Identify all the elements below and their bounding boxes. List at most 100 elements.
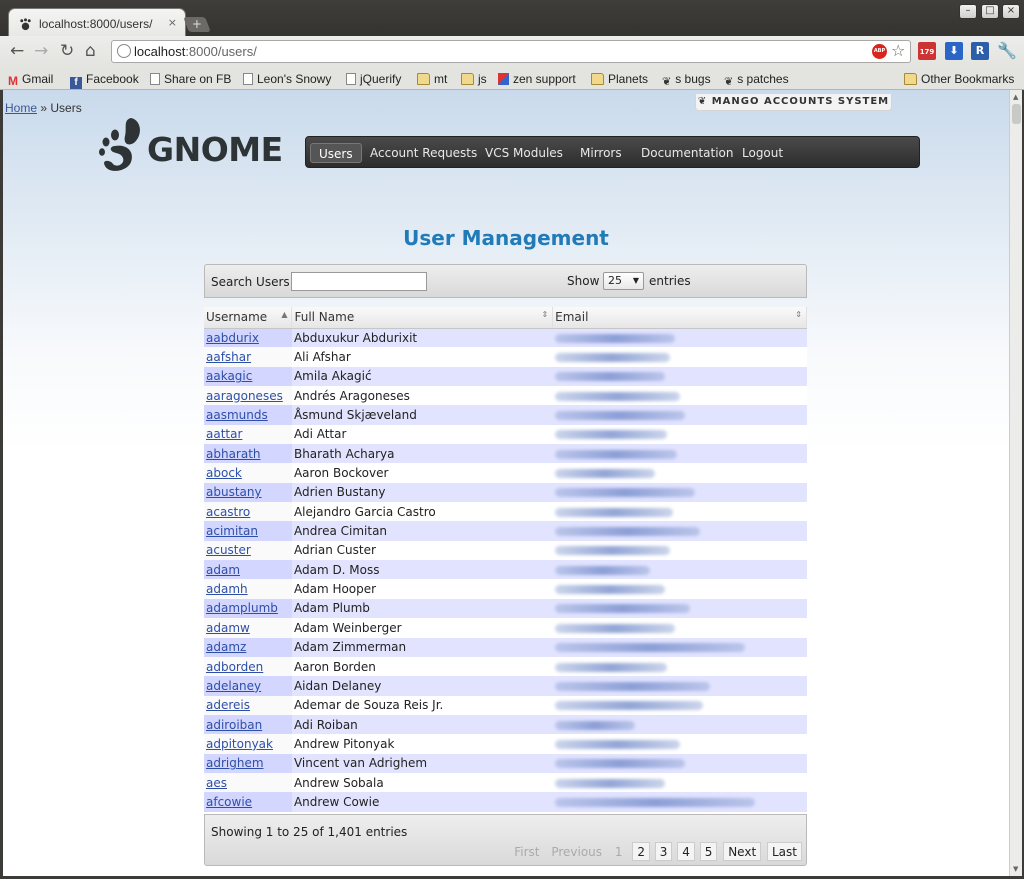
table-info: Showing 1 to 25 of 1,401 entries xyxy=(211,825,408,839)
nav-account-requests[interactable]: Account Requests xyxy=(362,143,485,163)
username-link[interactable]: aafshar xyxy=(206,350,251,364)
wrench-icon[interactable]: 🔧 xyxy=(997,42,1017,60)
search-label: Search Users xyxy=(211,275,290,289)
bookmark-mt[interactable]: mt xyxy=(417,71,447,87)
table-row: abharath Bharath Acharya xyxy=(204,444,807,464)
nav-users[interactable]: Users xyxy=(310,143,362,163)
pager-page-1[interactable]: 1 xyxy=(610,842,628,861)
username-link[interactable]: abustany xyxy=(206,485,262,499)
scroll-down-icon[interactable]: ▼ xyxy=(1013,865,1018,873)
username-link[interactable]: acastro xyxy=(206,505,250,519)
nav-mirrors[interactable]: Mirrors xyxy=(572,143,630,163)
adblock-icon[interactable]: ABP xyxy=(872,44,887,59)
page-scrollbar[interactable]: ▲ ▼ xyxy=(1009,90,1022,876)
bookmark-other-bookmarks[interactable]: Other Bookmarks xyxy=(904,71,1014,87)
email-cell xyxy=(552,579,807,599)
username-link[interactable]: adereis xyxy=(206,698,250,712)
username-link[interactable]: adiroiban xyxy=(206,718,262,732)
bookmark-facebook[interactable]: f Facebook xyxy=(70,71,139,89)
breadcrumb-home-link[interactable]: Home xyxy=(5,101,37,115)
table-row: aafshar Ali Afshar xyxy=(204,347,807,367)
username-link[interactable]: abharath xyxy=(206,447,261,461)
bookmark-js[interactable]: js xyxy=(461,71,487,87)
bookmark-gmail[interactable]: M Gmail xyxy=(8,71,53,88)
username-cell: aes xyxy=(204,772,292,793)
pager-next[interactable]: Next xyxy=(723,842,762,861)
username-link[interactable]: aasmunds xyxy=(206,408,268,422)
pager-previous[interactable]: Previous xyxy=(547,843,606,862)
pager-page-5[interactable]: 5 xyxy=(699,842,718,861)
username-link[interactable]: adpitonyak xyxy=(206,737,273,751)
r-extension-icon[interactable]: R xyxy=(971,42,989,60)
full-name-cell: Aaron Borden xyxy=(291,656,553,677)
username-link[interactable]: abock xyxy=(206,466,242,480)
bookmark-share-on-fb[interactable]: Share on FB xyxy=(150,71,231,87)
bookmark-s-patches[interactable]: ❦ s patches xyxy=(724,71,789,88)
nav-vcs-modules[interactable]: VCS Modules xyxy=(477,143,571,163)
download-icon[interactable]: ⬇ xyxy=(945,42,963,60)
nav-logout[interactable]: Logout xyxy=(734,143,791,163)
new-tab-button[interactable]: + xyxy=(183,17,211,32)
bookmark-s-bugs[interactable]: ❦ s bugs xyxy=(662,71,711,88)
username-cell: acastro xyxy=(204,502,292,522)
redacted-email xyxy=(554,469,655,479)
column-header-full-name[interactable]: Full Name ⇕ xyxy=(291,307,554,329)
bookmark-zen-support[interactable]: zen support xyxy=(498,71,576,87)
new-tab-icon: + xyxy=(191,17,202,31)
username-link[interactable]: adamz xyxy=(206,640,246,654)
username-link[interactable]: adam xyxy=(206,563,240,577)
username-link[interactable]: aaragoneses xyxy=(206,389,283,403)
star-icon[interactable]: ☆ xyxy=(891,41,905,60)
nav-documentation[interactable]: Documentation xyxy=(633,143,742,163)
maximize-button[interactable]: □ xyxy=(981,4,999,19)
gmail-checker-icon[interactable]: 179 xyxy=(918,42,936,60)
reload-icon[interactable]: ↻ xyxy=(60,41,74,61)
redacted-email xyxy=(554,604,690,614)
email-cell xyxy=(552,444,807,464)
entries-select[interactable]: 25 ▼ xyxy=(603,272,644,290)
email-cell xyxy=(552,792,807,812)
tab-close-icon[interactable]: × xyxy=(168,16,177,29)
username-link[interactable]: aabdurix xyxy=(206,331,259,345)
minimize-button[interactable]: – xyxy=(959,4,977,19)
home-icon[interactable]: ⌂ xyxy=(85,41,96,61)
pager-page-4[interactable]: 4 xyxy=(677,842,695,861)
close-window-button[interactable]: × xyxy=(1002,4,1020,19)
pager-last[interactable]: Last xyxy=(767,842,802,861)
tab-title: localhost:8000/users/ xyxy=(39,17,153,31)
pager-page-2[interactable]: 2 xyxy=(632,842,650,861)
username-link[interactable]: aes xyxy=(206,776,227,790)
pager-first[interactable]: First xyxy=(510,843,543,862)
bookmark-jquerify[interactable]: jQuerify xyxy=(346,71,401,87)
pager-page-3[interactable]: 3 xyxy=(654,842,673,861)
username-link[interactable]: aattar xyxy=(206,427,242,441)
bookmark-leons-snowy[interactable]: Leon's Snowy xyxy=(243,71,331,87)
column-header-username[interactable]: Username ▲ xyxy=(204,307,293,329)
forward-icon[interactable]: → xyxy=(34,41,48,61)
username-link[interactable]: acuster xyxy=(206,543,251,557)
table-row: acastro Alejandro Garcia Castro xyxy=(204,502,807,522)
column-header-email[interactable]: Email ⇕ xyxy=(552,307,807,329)
scrollbar-thumb[interactable] xyxy=(1012,104,1021,124)
username-link[interactable]: adamh xyxy=(206,582,248,596)
back-icon[interactable]: ← xyxy=(10,41,24,61)
email-cell xyxy=(552,386,807,406)
username-link[interactable]: afcowie xyxy=(206,795,252,809)
address-bar[interactable]: localhost:8000/users/ xyxy=(111,40,911,63)
email-cell xyxy=(552,656,807,677)
full-name-cell: Andrew Sobala xyxy=(291,772,553,793)
username-link[interactable]: adrighem xyxy=(206,756,264,770)
search-input[interactable] xyxy=(291,272,427,291)
username-link[interactable]: acimitan xyxy=(206,524,258,538)
browser-tab[interactable]: localhost:8000/users/ × xyxy=(8,8,186,38)
username-link[interactable]: adelaney xyxy=(206,679,261,693)
gnome-logo[interactable]: GNOME xyxy=(95,114,283,180)
username-link[interactable]: adamw xyxy=(206,621,250,635)
logo-text: GNOME xyxy=(147,130,283,169)
username-link[interactable]: adamplumb xyxy=(206,601,278,615)
username-link[interactable]: aakagic xyxy=(206,369,252,383)
bookmark-planets[interactable]: Planets xyxy=(591,71,648,87)
username-link[interactable]: adborden xyxy=(206,660,263,674)
scroll-up-icon[interactable]: ▲ xyxy=(1013,93,1018,101)
table-row: aakagic Amila Akagić xyxy=(204,366,807,387)
